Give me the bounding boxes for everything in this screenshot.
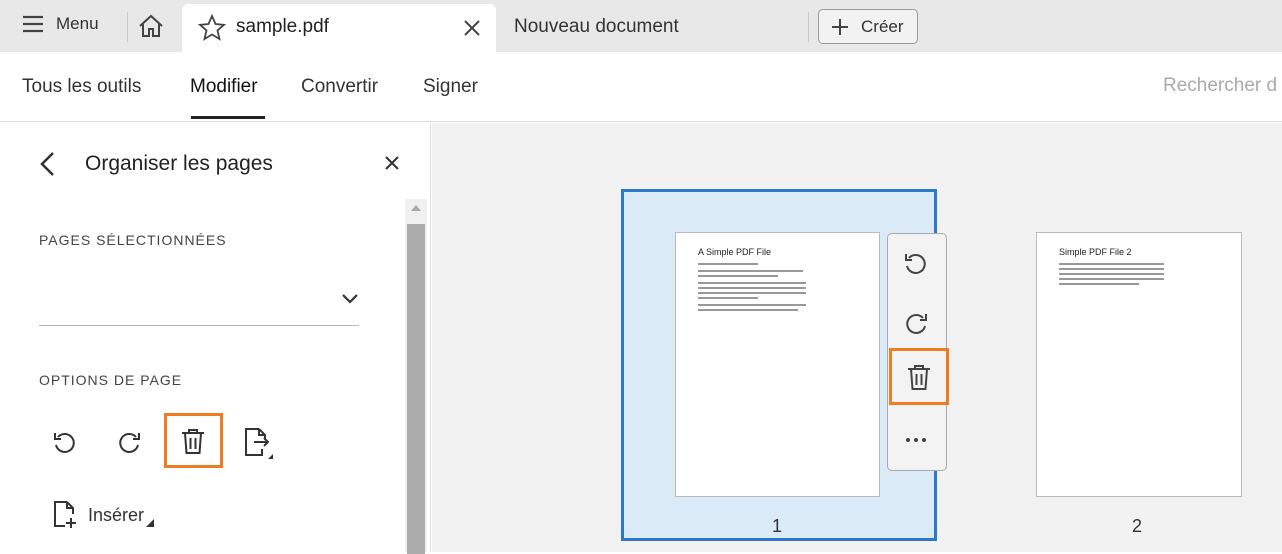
page-number-1: 1 [772, 516, 783, 536]
tool-convertir[interactable]: Convertir [301, 76, 378, 98]
chevron-down-icon [342, 294, 358, 304]
menu-label: Menu [56, 14, 99, 33]
panel-scrollbar[interactable] [405, 199, 427, 554]
page-actions-toolbar [887, 233, 949, 471]
plus-icon [832, 18, 848, 35]
create-button[interactable]: Créer [818, 9, 918, 44]
trash-icon [908, 365, 930, 390]
create-label: Créer [861, 16, 904, 36]
divider [808, 12, 809, 42]
back-icon[interactable] [38, 151, 56, 177]
selected-pages-label: PAGES SÉLECTIONNÉES [39, 232, 227, 248]
tool-signer[interactable]: Signer [423, 76, 478, 98]
rotate-left-icon[interactable] [902, 250, 930, 278]
tab-nouveau-document[interactable]: Nouveau document [514, 16, 679, 38]
tab-sample-pdf[interactable]: sample.pdf [182, 4, 496, 52]
page-heading: A Simple PDF File [698, 247, 772, 257]
rotate-right-icon[interactable] [902, 310, 930, 338]
insert-label: Insérer [88, 504, 145, 525]
tab-bar: Menu sample.pdf Nouveau document Créer [0, 0, 1282, 52]
page-thumbnail-1[interactable]: A Simple PDF File [675, 232, 880, 497]
menu-button[interactable]: Menu [22, 14, 99, 34]
panel-title: Organiser les pages [85, 152, 273, 175]
home-icon[interactable] [138, 14, 164, 38]
trash-icon [182, 429, 204, 454]
delete-page-button[interactable] [889, 348, 949, 405]
dropdown-triangle-icon [146, 519, 155, 527]
organize-pages-panel: Organiser les pages PAGES SÉLECTIONNÉES … [0, 123, 431, 554]
more-options-icon[interactable] [902, 436, 930, 444]
extract-page-icon[interactable] [242, 427, 274, 459]
insert-button[interactable]: Insérer [52, 500, 155, 530]
star-icon[interactable] [198, 14, 226, 42]
page-canvas: A Simple PDF File 1 Simple PDF File 2 2 [432, 123, 1282, 552]
search-input[interactable]: Rechercher d [1163, 75, 1277, 97]
scroll-up-icon[interactable] [411, 205, 421, 211]
rotate-right-icon[interactable] [116, 430, 142, 456]
delete-page-button[interactable] [164, 413, 223, 468]
divider [127, 12, 128, 42]
rotate-left-icon[interactable] [52, 430, 78, 456]
hamburger-icon [23, 15, 43, 33]
scrollbar-thumb[interactable] [407, 224, 425, 554]
insert-page-icon [54, 501, 76, 528]
tool-modifier[interactable]: Modifier [190, 76, 258, 98]
page-heading: Simple PDF File 2 [1059, 247, 1132, 257]
page-options-label: OPTIONS DE PAGE [39, 372, 183, 388]
tab-title: sample.pdf [236, 16, 329, 37]
close-icon[interactable] [384, 155, 400, 171]
active-tab-indicator [191, 116, 265, 119]
close-icon[interactable] [462, 18, 482, 38]
page-thumbnail-2[interactable]: Simple PDF File 2 [1036, 232, 1242, 497]
tool-all-tools[interactable]: Tous les outils [22, 76, 141, 98]
toolbar: Tous les outils Modifier Convertir Signe… [0, 52, 1282, 122]
selected-pages-dropdown[interactable] [39, 283, 359, 326]
page-number-2: 2 [1132, 516, 1143, 536]
